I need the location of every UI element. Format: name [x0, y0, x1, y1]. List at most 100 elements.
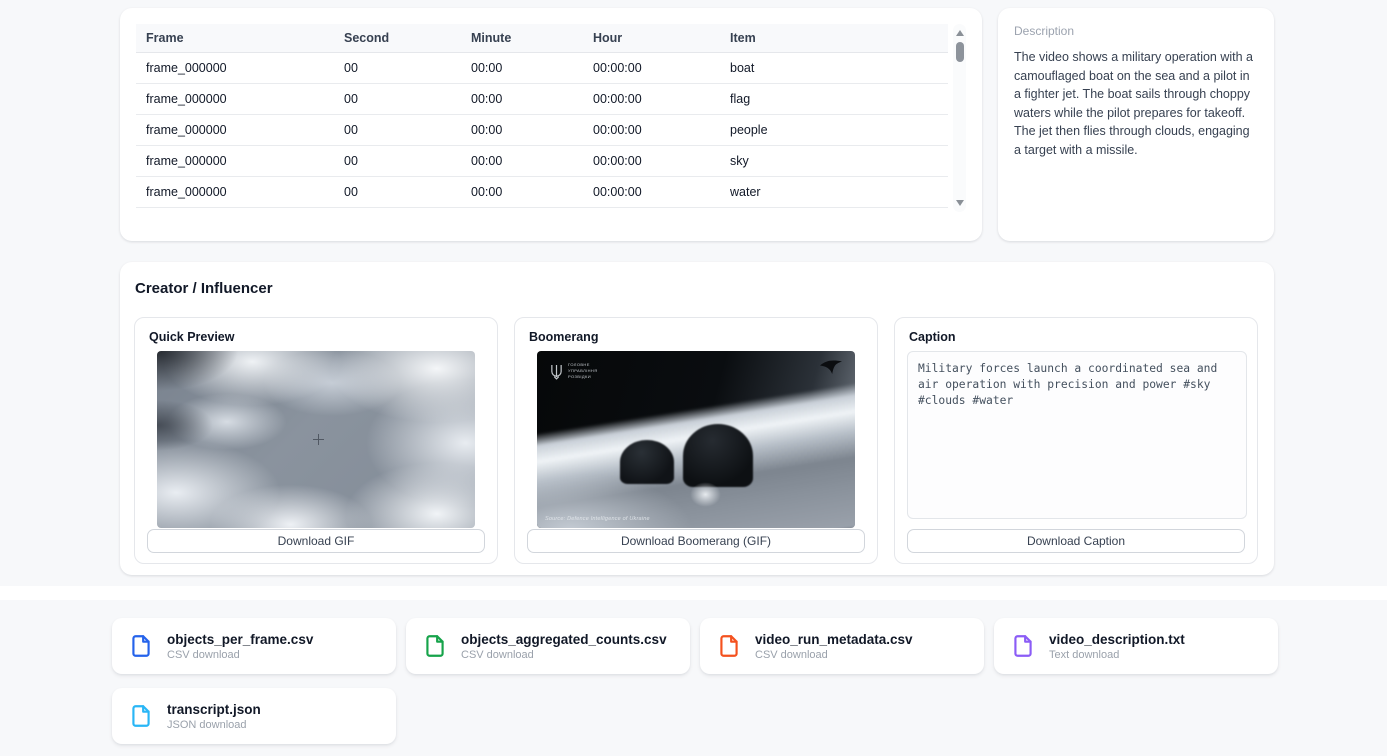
table-row: frame_000000 00 00:00 00:00:00 flag — [136, 84, 948, 115]
section-divider — [0, 586, 1387, 600]
cell-item: people — [720, 115, 948, 146]
table-row: frame_000000 00 00:00 00:00:00 sky — [136, 146, 948, 177]
download-gif-button[interactable]: Download GIF — [147, 529, 485, 553]
cell-hour: 00:00:00 — [583, 177, 720, 208]
objects-table-card: Frame Second Minute Hour Item frame_0000… — [120, 8, 982, 241]
column-header-hour: Hour — [583, 24, 720, 53]
file-card-video-description[interactable]: video_description.txt Text download — [994, 618, 1278, 674]
cell-second: 00 — [334, 146, 461, 177]
file-name: objects_aggregated_counts.csv — [461, 632, 667, 647]
table-header-row: Frame Second Minute Hour Item — [136, 24, 948, 53]
file-card-transcript[interactable]: transcript.json JSON download — [112, 688, 396, 744]
cell-item: water — [720, 177, 948, 208]
cell-hour: 00:00:00 — [583, 208, 720, 213]
cell-minute: 00:00 — [461, 115, 583, 146]
cell-frame: frame_000000 — [136, 84, 334, 115]
table-row: frame_000000 00 00:00 00:00:00 people — [136, 115, 948, 146]
file-meta: objects_per_frame.csv CSV download — [167, 632, 313, 661]
cell-item: sky — [720, 146, 948, 177]
caption-card: Caption Download Caption — [894, 317, 1258, 564]
cell-hour: 00:00:00 — [583, 146, 720, 177]
file-meta: transcript.json JSON download — [167, 702, 261, 731]
file-meta: video_run_metadata.csv CSV download — [755, 632, 913, 661]
cell-frame: frame_000000 — [136, 53, 334, 84]
table-row: frame_000000 00 00:00 00:00:00 water — [136, 177, 948, 208]
cell-frame: frame_000000 — [136, 146, 334, 177]
cell-minute: 00:00 — [461, 84, 583, 115]
cell-frame: frame_000000 — [136, 115, 334, 146]
arrow-up-icon — [956, 30, 964, 36]
column-header-frame: Frame — [136, 24, 334, 53]
source-credit-text: Source: Defence Intelligence of Ukraine — [545, 516, 650, 522]
creator-cards-row: Quick Preview Download GIF Boomerang — [134, 317, 1260, 564]
creator-influencer-panel: Creator / Influencer Quick Preview Downl… — [120, 262, 1274, 575]
file-icon — [716, 633, 742, 659]
trident-icon — [550, 363, 563, 380]
description-label: Description — [1014, 24, 1258, 38]
cell-minute: 00:00 — [461, 53, 583, 84]
splash-highlight — [690, 482, 722, 507]
table-row: frame_000000 00 00:00 00:00:00 boat — [136, 53, 948, 84]
cell-minute: 00:00 — [461, 146, 583, 177]
gur-logo: Головне управління розвідки — [550, 362, 608, 380]
boomerang-card: Boomerang Головне управління розвідки — [514, 317, 878, 564]
file-meta: video_description.txt Text download — [1049, 632, 1185, 661]
vertical-scrollbar[interactable] — [953, 24, 966, 212]
cell-item: finger — [720, 208, 948, 213]
table-scroll-area: Frame Second Minute Hour Item frame_0000… — [136, 24, 966, 212]
cell-second: 00 — [334, 84, 461, 115]
file-icon — [128, 633, 154, 659]
file-type: JSON download — [167, 719, 261, 731]
arrow-down-icon — [956, 200, 964, 206]
file-meta: objects_aggregated_counts.csv CSV downlo… — [461, 632, 667, 661]
cell-second: 00 — [334, 208, 461, 213]
column-header-minute: Minute — [461, 24, 583, 53]
cell-hour: 00:00:00 — [583, 84, 720, 115]
crosshair-icon — [313, 434, 324, 445]
file-card-objects-per-frame[interactable]: objects_per_frame.csv CSV download — [112, 618, 396, 674]
cell-minute: 00:00 — [461, 208, 583, 213]
boomerang-title: Boomerang — [529, 330, 865, 344]
gur-logo-text: Головне управління розвідки — [568, 362, 608, 380]
file-name: video_run_metadata.csv — [755, 632, 913, 647]
cell-second: 00 — [334, 115, 461, 146]
file-type: CSV download — [461, 649, 667, 661]
file-type: CSV download — [755, 649, 913, 661]
quick-preview-card: Quick Preview Download GIF — [134, 317, 498, 564]
file-icon — [128, 703, 154, 729]
table-row-clipped: frame_000000 00 00:00 00:00:00 finger — [136, 208, 948, 213]
cell-hour: 00:00:00 — [583, 53, 720, 84]
dark-dome-shape — [683, 424, 753, 488]
file-type: Text download — [1049, 649, 1185, 661]
scroll-up-button[interactable] — [953, 26, 966, 40]
dark-dome-shape — [620, 440, 674, 484]
download-boomerang-button[interactable]: Download Boomerang (GIF) — [527, 529, 865, 553]
file-name: objects_per_frame.csv — [167, 632, 313, 647]
description-text: The video shows a military operation wit… — [1014, 48, 1258, 159]
scroll-down-button[interactable] — [953, 196, 966, 210]
column-header-item: Item — [720, 24, 948, 53]
file-icon — [1010, 633, 1036, 659]
caption-textarea[interactable] — [907, 351, 1247, 519]
caption-title: Caption — [909, 330, 1245, 344]
cell-item: boat — [720, 53, 948, 84]
scrollbar-thumb[interactable] — [956, 42, 964, 62]
boomerang-image: Головне управління розвідки Source: Defe… — [537, 351, 855, 528]
download-caption-button[interactable]: Download Caption — [907, 529, 1245, 553]
file-name: transcript.json — [167, 702, 261, 717]
cell-minute: 00:00 — [461, 177, 583, 208]
file-card-video-run-metadata[interactable]: video_run_metadata.csv CSV download — [700, 618, 984, 674]
creator-section-title: Creator / Influencer — [135, 280, 1260, 297]
file-icon — [422, 633, 448, 659]
column-header-second: Second — [334, 24, 461, 53]
cell-frame: frame_000000 — [136, 177, 334, 208]
cell-hour: 00:00:00 — [583, 115, 720, 146]
description-card: Description The video shows a military o… — [998, 8, 1274, 241]
file-type: CSV download — [167, 649, 313, 661]
file-card-objects-aggregated-counts[interactable]: objects_aggregated_counts.csv CSV downlo… — [406, 618, 690, 674]
table-viewport[interactable]: Frame Second Minute Hour Item frame_0000… — [136, 24, 948, 212]
quick-preview-title: Quick Preview — [149, 330, 485, 344]
cell-item: flag — [720, 84, 948, 115]
quick-preview-image — [157, 351, 475, 528]
objects-table: Frame Second Minute Hour Item frame_0000… — [136, 24, 948, 212]
